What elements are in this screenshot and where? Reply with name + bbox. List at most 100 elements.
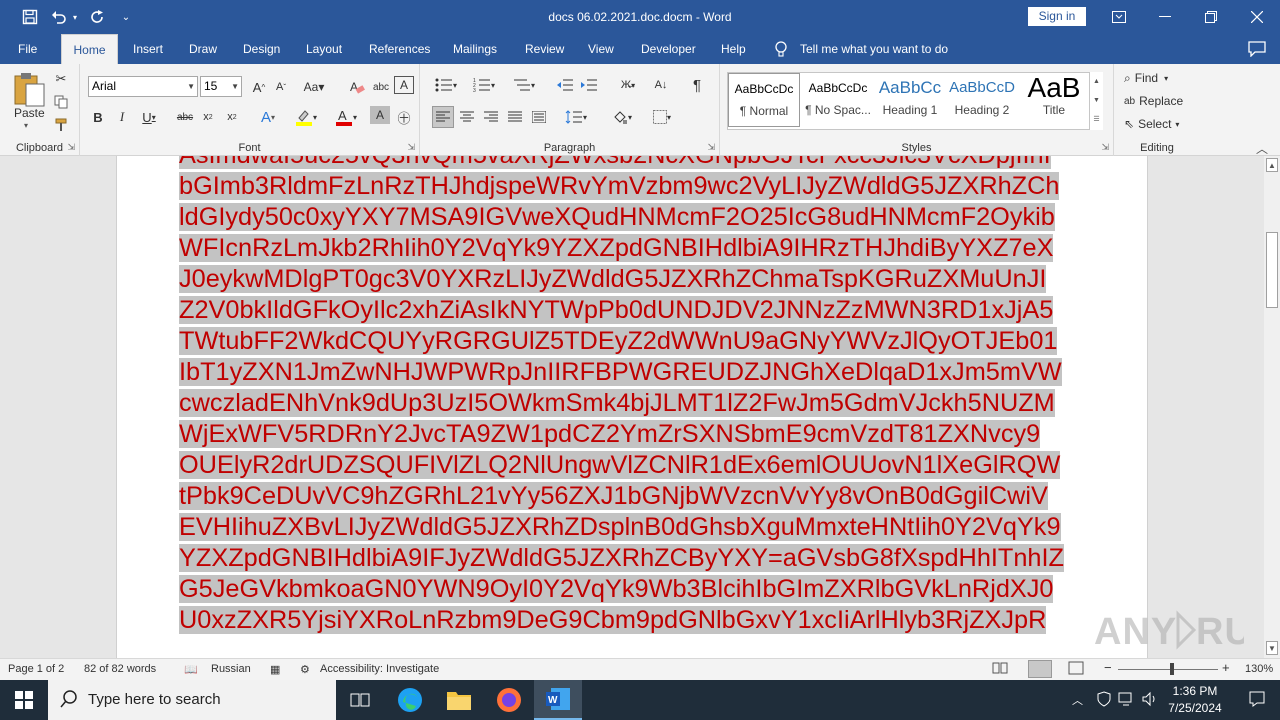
multilevel-list-icon[interactable]: ▾ [508, 74, 540, 96]
text-line[interactable]: AsImdwaI5uc25vQ3hvQm5vaXRjZWxsb2NcXGNpbG… [179, 156, 1051, 171]
font-color-icon[interactable]: A ▾ [330, 106, 362, 128]
scroll-down-icon[interactable]: ▼ [1266, 641, 1278, 655]
show-formatting-marks-icon[interactable]: ¶ [686, 74, 708, 96]
styles-up-icon[interactable]: ▲ [1090, 72, 1103, 91]
underline-icon[interactable]: U ▾ [136, 106, 162, 128]
file-explorer-icon[interactable] [435, 680, 483, 720]
defender-icon[interactable] [1096, 691, 1112, 712]
style-no-spacing[interactable]: AaBbCcDc ¶ No Spac... [802, 73, 874, 127]
text-line[interactable]: WFIcnRzLmJkb2RhIih0Y2VqYk9YZXZpdGNBIHdlb… [179, 233, 1054, 264]
format-painter-icon[interactable] [52, 114, 70, 136]
find-button[interactable]: ⌕ Find ▾ [1124, 68, 1168, 88]
sort-icon[interactable]: A↓ [650, 74, 672, 96]
text-line[interactable]: cwczladENhVnk9dUp3UzI5OWkmSmk4bjJLMT1lZ2… [179, 388, 1055, 419]
zoom-slider-thumb[interactable] [1170, 663, 1174, 675]
tab-file[interactable]: File [14, 34, 41, 64]
text-line[interactable]: OUElyR2drUDZSQUFIVlZLQ2NlUngwVlZCNlR1dEx… [179, 450, 1061, 481]
numbering-icon[interactable]: 1 2 3 ▾ [468, 74, 500, 96]
tab-home[interactable]: Home [61, 34, 118, 64]
proofing-icon[interactable]: 📖 [184, 663, 198, 676]
restore-icon[interactable] [1188, 0, 1234, 34]
text-line[interactable]: U0xzZXR5YjsiYXRoLnRzbm9DeG9Cbm9pdGNlbGxv… [179, 605, 1047, 636]
paste-icon[interactable] [12, 70, 48, 110]
grow-font-icon[interactable]: A ^ [248, 76, 270, 98]
scroll-up-icon[interactable]: ▲ [1266, 158, 1278, 172]
text-line[interactable]: bGImb3RldmFzLnRzTHJhdjspeWRvYmVzbm9wc2Vy… [179, 171, 1060, 202]
zoom-out-icon[interactable]: − [1104, 660, 1112, 675]
language-indicator[interactable]: Russian [211, 663, 251, 675]
font-size-box[interactable]: 15 ▼ [200, 76, 242, 97]
justify-icon[interactable] [504, 106, 526, 128]
document-page[interactable]: AsImdwaI5uc25vQ3hvQm5vaXRjZWxsb2NcXGNpbG… [116, 156, 1148, 658]
shrink-font-icon[interactable]: Aˇ [270, 76, 292, 98]
distributed-icon[interactable] [528, 106, 550, 128]
text-line[interactable]: YZXZpdGNBIHdlbiA9IFJyZWdldG5JZXRhZCByYXY… [179, 543, 1064, 574]
accessibility-icon[interactable]: ⚙ [300, 663, 310, 676]
text-line[interactable]: ldGIydy50c0xyYXY7MSA9IGVweXQudHNMcmF2O25… [179, 202, 1055, 233]
sign-in-button[interactable]: Sign in [1028, 7, 1086, 26]
vertical-scrollbar[interactable]: ▲ ▼ [1264, 156, 1280, 658]
document-area[interactable]: AsImdwaI5uc25vQ3hvQm5vaXRjZWxsb2NcXGNpbG… [0, 156, 1264, 658]
notifications-icon[interactable] [1248, 690, 1266, 713]
strikethrough-icon[interactable]: abc [174, 106, 196, 128]
text-line[interactable]: G5JeGVkbmkoaGN0YWN9OyI0Y2VqYk9Wb3BlcihIb… [179, 574, 1054, 605]
tab-view[interactable]: View [584, 34, 618, 64]
track-changes-icon[interactable]: ▦ [270, 663, 280, 676]
align-right-icon[interactable] [480, 106, 502, 128]
text-line[interactable]: IbT1yZXN1JmZwNHJWPWRpJnIIRFBPWGREUDZJNGh… [179, 357, 1062, 388]
zoom-in-icon[interactable]: + [1222, 660, 1230, 675]
style-heading-2[interactable]: AaBbCcD Heading 2 [946, 73, 1018, 127]
text-line[interactable]: WjExWFV5RDRnY2JvcTA9ZW1pdCZ2YmZrSXNSbmE9… [179, 419, 1041, 450]
character-border-icon[interactable]: A [394, 76, 414, 94]
tab-draw[interactable]: Draw [185, 34, 221, 64]
task-view-icon[interactable] [336, 680, 384, 720]
paragraph-launcher-icon[interactable]: ⇲ [707, 142, 715, 153]
font-name-dropdown-icon[interactable]: ▼ [187, 77, 195, 96]
subscript-icon[interactable]: x2 [198, 106, 218, 128]
styles-scroll[interactable]: ▲ ▼ ☰ [1089, 72, 1103, 130]
change-case-icon[interactable]: Aa▾ [300, 76, 328, 98]
tab-layout[interactable]: Layout [302, 34, 346, 64]
tab-insert[interactable]: Insert [129, 34, 167, 64]
scroll-thumb[interactable] [1266, 232, 1278, 308]
page-count[interactable]: Page 1 of 2 [8, 663, 64, 675]
replace-button[interactable]: ab Replace [1124, 91, 1183, 111]
text-line[interactable]: EVHIihuZXBvLIJyZWdldG5JZXRhZDsplnB0dGhsb… [179, 512, 1061, 543]
text-line[interactable]: TWtubFF2WkdCQUYyRGRGUlZ5TDEyZ2dWWnU9aGNy… [179, 326, 1058, 357]
windows-start-icon[interactable] [0, 680, 48, 720]
select-button[interactable]: ⇖ Select ▾ [1124, 114, 1179, 134]
text-effects-icon[interactable]: A ▾ [254, 106, 282, 128]
font-launcher-icon[interactable]: ⇲ [407, 142, 415, 153]
bullets-icon[interactable]: ▾ [430, 74, 462, 96]
network-icon[interactable] [1118, 691, 1136, 712]
read-mode-icon[interactable] [992, 661, 1008, 678]
character-shading-icon[interactable]: A [370, 106, 390, 124]
bold-icon[interactable]: B [88, 106, 108, 128]
text-line[interactable]: Z2V0bkIldGFkOyIlc2xhZiAsIkNYTWpPb0dUNDJD… [179, 295, 1054, 326]
system-clock[interactable]: 1:36 PM 7/25/2024 [1156, 683, 1234, 717]
tab-developer[interactable]: Developer [637, 34, 700, 64]
firefox-icon[interactable] [485, 680, 533, 720]
copy-icon[interactable] [52, 91, 70, 113]
increase-indent-icon[interactable] [578, 74, 600, 96]
tab-review[interactable]: Review [521, 34, 568, 64]
cut-icon[interactable]: ✂ [52, 68, 70, 90]
text-line[interactable]: J0eykwMDlgPT0gc3V0YXRzLIJyZWdldG5JZXRhZC… [179, 264, 1047, 295]
close-icon[interactable] [1234, 0, 1280, 34]
line-spacing-icon[interactable]: ▾ [560, 106, 592, 128]
zoom-level[interactable]: 130% [1245, 663, 1273, 675]
style-title[interactable]: AaB Title [1018, 73, 1090, 127]
align-center-icon[interactable] [456, 106, 478, 128]
paste-dropdown-icon[interactable]: ▾ [24, 121, 28, 130]
highlight-color-icon[interactable]: ▾ [290, 106, 322, 128]
tab-design[interactable]: Design [239, 34, 284, 64]
font-name-box[interactable]: Arial ▼ [88, 76, 198, 97]
asian-layout-icon[interactable]: Ж̶ ▾ [612, 74, 644, 96]
tab-help[interactable]: Help [717, 34, 750, 64]
zoom-slider[interactable] [1118, 669, 1218, 670]
ribbon-display-options-icon[interactable] [1096, 0, 1142, 34]
word-taskbar-icon[interactable]: W [534, 680, 582, 720]
comments-icon[interactable] [1248, 41, 1266, 62]
print-layout-icon[interactable] [1028, 660, 1052, 678]
tab-references[interactable]: References [365, 34, 434, 64]
